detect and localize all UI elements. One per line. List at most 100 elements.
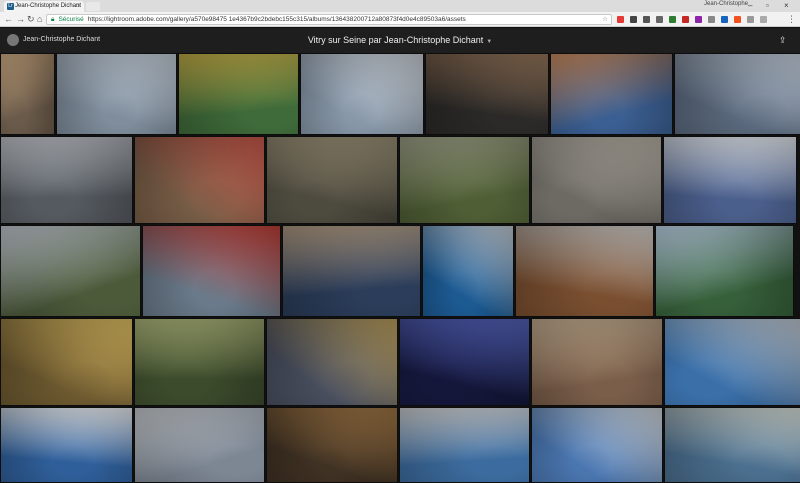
- profile-name[interactable]: Jean-Christophe: [704, 1, 748, 7]
- photo-shading: [400, 319, 529, 405]
- extension-icon[interactable]: [643, 16, 650, 23]
- secure-label: Sécurisé: [58, 16, 84, 23]
- photo-thumbnail[interactable]: [0, 53, 55, 135]
- photo-shading: [135, 319, 264, 405]
- url-text: https://lightroom.adobe.com/gallery/a570…: [87, 16, 466, 23]
- photo-shading: [135, 408, 264, 482]
- browser-tabstrip: Lr Jean-Christophe Dichant × Jean-Christ…: [0, 0, 800, 12]
- tab-title: Jean-Christophe Dichant: [15, 3, 82, 9]
- photo-thumbnail[interactable]: [531, 318, 663, 406]
- extension-icon[interactable]: [708, 16, 715, 23]
- photo-shading: [675, 54, 800, 134]
- browser-tab[interactable]: Lr Jean-Christophe Dichant ×: [4, 1, 84, 12]
- photo-thumbnail[interactable]: [422, 225, 514, 317]
- photo-thumbnail[interactable]: [399, 318, 530, 406]
- photo-shading: [400, 408, 529, 482]
- photo-shading: [1, 319, 132, 405]
- photo-thumbnail[interactable]: [0, 136, 133, 224]
- home-icon[interactable]: ⌂: [37, 13, 42, 26]
- extension-icon[interactable]: [617, 16, 624, 23]
- photo-shading: [283, 226, 420, 316]
- photo-shading: [179, 54, 298, 134]
- extension-icon[interactable]: [630, 16, 637, 23]
- lock-icon: 🔒︎: [51, 16, 55, 23]
- share-icon[interactable]: ⇪: [779, 35, 787, 46]
- photo-shading: [267, 319, 397, 405]
- photo-thumbnail[interactable]: [425, 53, 549, 135]
- photo-thumbnail[interactable]: [550, 53, 673, 135]
- photo-shading: [267, 137, 397, 223]
- photo-thumbnail[interactable]: [515, 225, 654, 317]
- photo-shading: [426, 54, 548, 134]
- photo-thumbnail[interactable]: [0, 225, 141, 317]
- photo-thumbnail[interactable]: [266, 407, 398, 483]
- photo-shading: [665, 408, 800, 482]
- album-title-text: Vitry sur Seine par Jean-Christophe Dich…: [307, 35, 484, 45]
- photo-thumbnail[interactable]: [266, 136, 398, 224]
- photo-thumbnail[interactable]: [655, 225, 794, 317]
- bookmark-star-icon[interactable]: ☆: [602, 15, 608, 24]
- extension-icon[interactable]: [760, 16, 767, 23]
- extension-icon[interactable]: [695, 16, 702, 23]
- photo-shading: [532, 319, 662, 405]
- photo-shading: [532, 137, 661, 223]
- extension-icon[interactable]: [721, 16, 728, 23]
- photo-thumbnail[interactable]: [674, 53, 800, 135]
- photo-shading: [551, 54, 672, 134]
- photo-thumbnail[interactable]: [664, 407, 800, 483]
- photo-shading: [423, 226, 513, 316]
- extension-icon[interactable]: [747, 16, 754, 23]
- photo-thumbnail[interactable]: [531, 136, 662, 224]
- new-tab-button[interactable]: [86, 2, 100, 11]
- photo-thumbnail[interactable]: [134, 136, 265, 224]
- album-title[interactable]: Vitry sur Seine par Jean-Christophe Dich…: [0, 35, 800, 45]
- forward-arrow-icon[interactable]: →: [16, 13, 25, 26]
- photo-grid: [0, 53, 800, 483]
- extension-icon[interactable]: [669, 16, 676, 23]
- photo-thumbnail[interactable]: [399, 136, 530, 224]
- photo-thumbnail[interactable]: [142, 225, 281, 317]
- browser-menu-icon[interactable]: ⋮: [787, 13, 796, 26]
- photo-thumbnail[interactable]: [531, 407, 663, 483]
- photo-thumbnail[interactable]: [664, 318, 800, 406]
- photo-shading: [135, 137, 264, 223]
- photo-shading: [1, 137, 132, 223]
- minimize-icon[interactable]: –: [748, 0, 752, 12]
- photo-thumbnail[interactable]: [399, 407, 530, 483]
- tab-close-icon[interactable]: ×: [77, 1, 81, 12]
- extension-icon[interactable]: [656, 16, 663, 23]
- photo-thumbnail[interactable]: [663, 136, 797, 224]
- photo-thumbnail[interactable]: [178, 53, 299, 135]
- photo-thumbnail[interactable]: [134, 407, 265, 483]
- photo-shading: [516, 226, 653, 316]
- photo-shading: [57, 54, 176, 134]
- photo-shading: [267, 408, 397, 482]
- photo-shading: [664, 137, 796, 223]
- photo-thumbnail[interactable]: [0, 407, 133, 483]
- lightroom-favicon-icon: Lr: [7, 3, 14, 10]
- back-arrow-icon[interactable]: ←: [4, 13, 13, 26]
- photo-shading: [1, 226, 140, 316]
- extension-icon[interactable]: [682, 16, 689, 23]
- photo-thumbnail[interactable]: [266, 318, 398, 406]
- photo-shading: [665, 319, 800, 405]
- photo-shading: [1, 408, 132, 482]
- photo-shading: [143, 226, 280, 316]
- photo-thumbnail[interactable]: [134, 318, 265, 406]
- photo-thumbnail[interactable]: [282, 225, 421, 317]
- photo-thumbnail[interactable]: [0, 318, 133, 406]
- reload-icon[interactable]: ↻: [27, 13, 35, 26]
- browser-toolbar: ← → ↻ ⌂ 🔒︎ Sécurisé https://lightroom.adob…: [0, 12, 800, 27]
- extension-icon[interactable]: [734, 16, 741, 23]
- photo-shading: [301, 54, 423, 134]
- photo-shading: [1, 54, 54, 134]
- window-close-icon[interactable]: ×: [784, 0, 789, 12]
- address-bar[interactable]: 🔒︎ Sécurisé https://lightroom.adobe.com/ga…: [46, 14, 612, 25]
- photo-thumbnail[interactable]: [56, 53, 177, 135]
- maximize-icon[interactable]: ▫: [766, 0, 769, 12]
- photo-thumbnail[interactable]: [300, 53, 424, 135]
- lightroom-header: Jean-Christophe Dichant Vitry sur Seine …: [0, 28, 800, 53]
- photo-shading: [532, 408, 662, 482]
- chevron-down-icon: ▼: [486, 39, 493, 45]
- photo-shading: [656, 226, 793, 316]
